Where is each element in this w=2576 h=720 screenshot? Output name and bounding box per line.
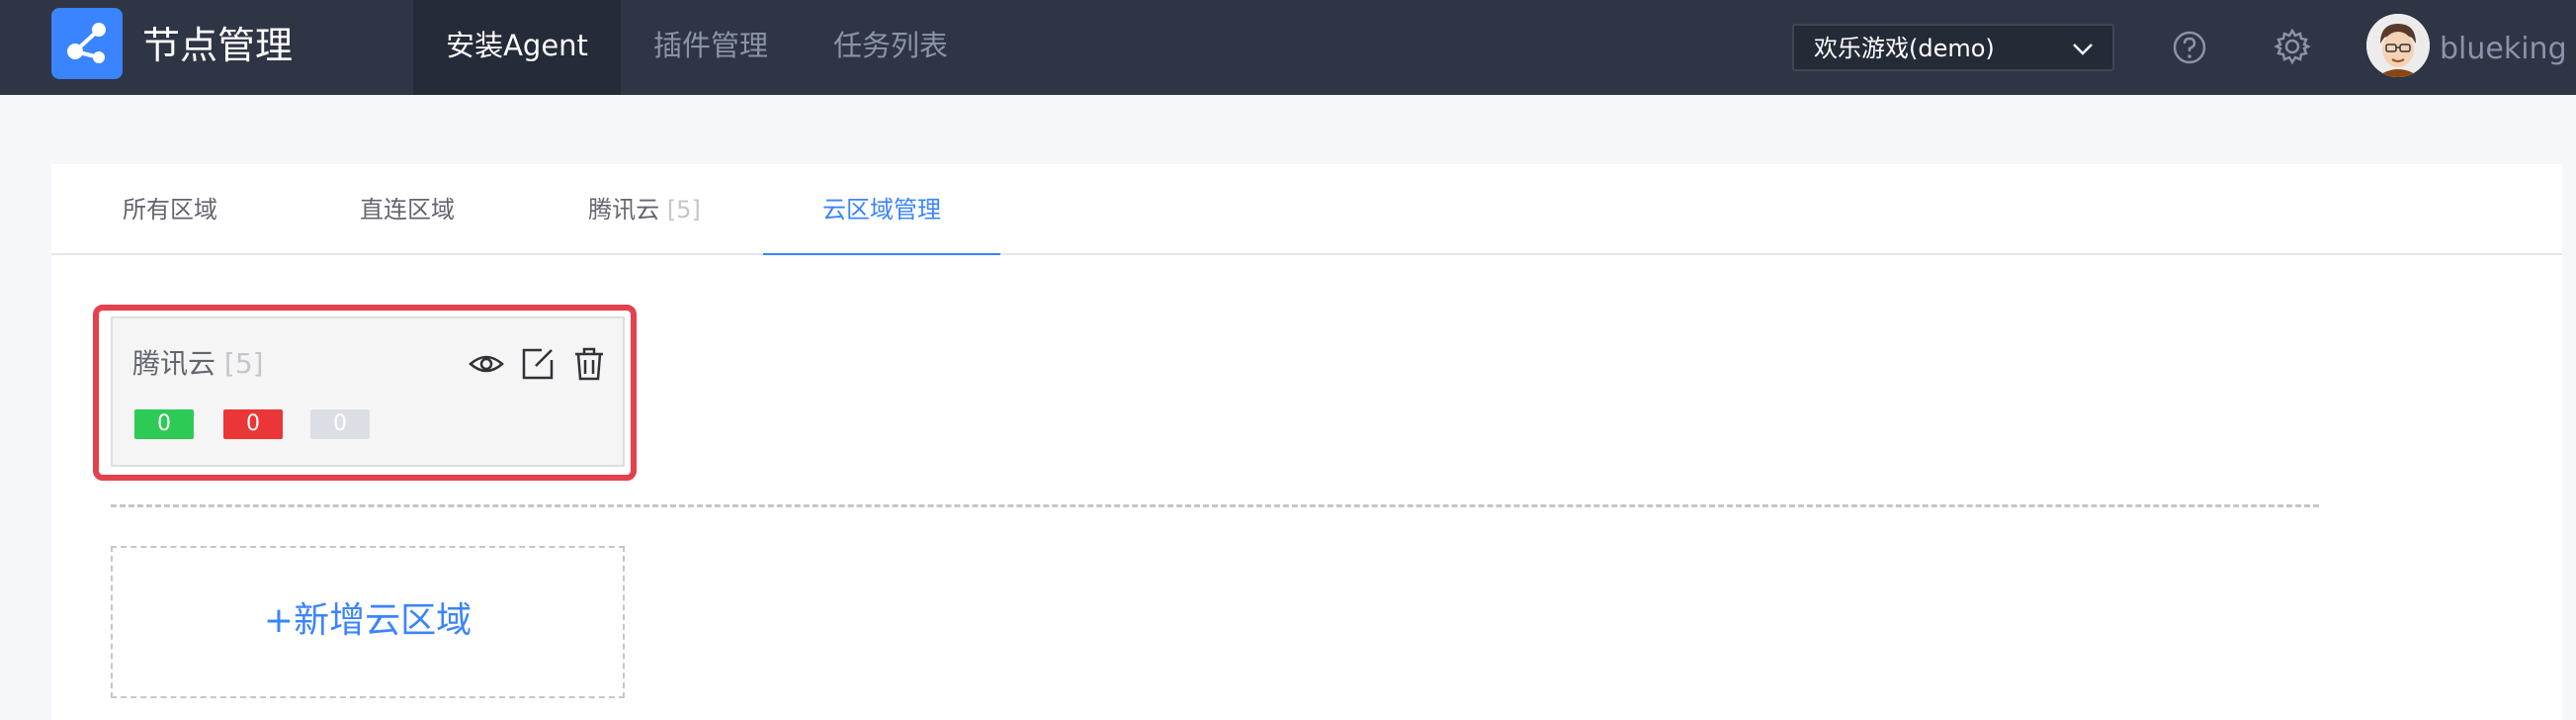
nav-install-agent[interactable]: 安装Agent [413, 0, 621, 95]
app-title: 节点管理 [142, 24, 294, 67]
add-cloud-area-label: +新增云区域 [263, 600, 472, 641]
edit-icon[interactable] [518, 344, 558, 384]
unknown-count-badge: 0 [310, 409, 370, 439]
normal-count-badge: 0 [134, 409, 194, 439]
nav-plugin-management[interactable]: 插件管理 [621, 0, 801, 95]
abnormal-count-badge: 0 [223, 409, 283, 439]
business-select[interactable]: 欢乐游戏(demo) [1792, 24, 2114, 71]
username[interactable]: blueking [2440, 30, 2567, 69]
area-tabs: 所有区域 直连区域 腾讯云 [5] 云区域管理 [51, 164, 2562, 255]
cloud-area-count: [5] [223, 347, 264, 380]
tab-label: 所有区域 [123, 196, 217, 224]
dashed-divider [111, 504, 2319, 507]
nav-task-list[interactable]: 任务列表 [801, 0, 981, 95]
tab-direct-areas[interactable]: 直连区域 [289, 164, 526, 255]
chevron-down-icon [2073, 44, 2093, 55]
tab-cloud-area-management[interactable]: 云区域管理 [763, 164, 1000, 255]
add-cloud-area-button[interactable]: +新增云区域 [111, 546, 625, 698]
tab-label: 直连区域 [360, 196, 455, 224]
question-circle-icon[interactable] [2172, 30, 2207, 65]
tab-tencent-cloud[interactable]: 腾讯云 [5] [526, 164, 763, 255]
tab-label: 腾讯云 [588, 196, 660, 224]
cloud-area-name: 腾讯云 [132, 347, 216, 380]
cloud-area-card[interactable]: 腾讯云 [5] 0 0 0 [111, 316, 625, 467]
top-navigation-bar: 节点管理 安装Agent 插件管理 任务列表 欢乐游戏(demo) blueki… [0, 0, 2576, 95]
tab-label: 云区域管理 [822, 196, 941, 224]
tab-all-areas[interactable]: 所有区域 [51, 164, 289, 255]
business-select-value: 欢乐游戏(demo) [1814, 35, 1995, 62]
trash-icon[interactable] [569, 344, 609, 384]
gear-icon[interactable] [2274, 28, 2311, 65]
node-graph-icon[interactable] [51, 8, 123, 79]
avatar[interactable] [2366, 14, 2430, 77]
eye-icon[interactable] [467, 344, 506, 384]
tab-count: [5] [666, 196, 701, 224]
cloud-area-title: 腾讯云 [5] [132, 346, 264, 382]
